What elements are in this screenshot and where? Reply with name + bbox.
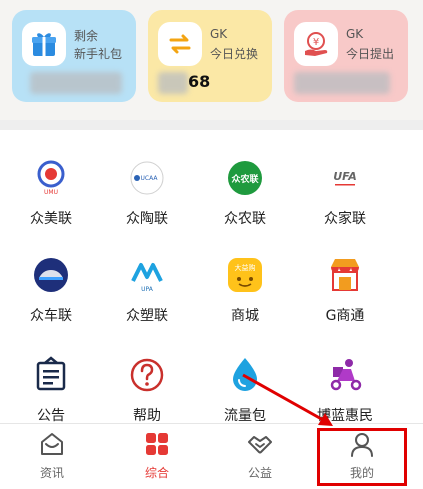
mall-icon: 大益购 — [225, 255, 265, 295]
tab-mine-highlight-box — [317, 428, 407, 486]
tab-label: 资讯 — [39, 466, 64, 480]
zhongnonglian-logo-icon: 众农联 — [225, 158, 265, 198]
card-label-bottom: 今日提出 — [346, 47, 395, 61]
grid-item-label: 帮助 — [133, 408, 161, 424]
grid-item-zhongnonglian[interactable]: 众农联 众农联 — [200, 158, 290, 228]
section-divider — [0, 120, 423, 130]
newbie-gift-card[interactable]: 剩余 新手礼包 — [12, 10, 136, 102]
svg-text:¥: ¥ — [313, 37, 319, 48]
card-label-bottom: 今日兑换 — [210, 47, 259, 61]
svg-text:UPA: UPA — [141, 286, 154, 293]
grid-item-gshangtong[interactable]: G商通 — [300, 255, 390, 325]
tab-label: 综合 — [144, 466, 169, 480]
tab-label: 公益 — [247, 466, 272, 480]
svg-text:UMU: UMU — [44, 189, 58, 196]
handshake-icon — [246, 430, 274, 458]
card-label-top: GK — [210, 27, 228, 41]
grid-item-mall[interactable]: 大益购 商城 — [200, 255, 290, 325]
exchange-value: 68 — [188, 72, 211, 91]
water-drop-icon — [225, 355, 265, 395]
blurred-value — [294, 72, 390, 94]
grid-item-zhongmeilian[interactable]: UMU 众美联 — [6, 158, 96, 228]
svg-text:UCAA: UCAA — [141, 175, 159, 182]
grid-item-bolan-huimin[interactable]: 博蓝惠民 — [300, 355, 390, 425]
car-logo-icon — [31, 255, 71, 295]
exchange-icon — [158, 22, 202, 66]
shop-stall-icon — [325, 255, 365, 295]
grid-item-zhongjialian[interactable]: UFA 众家联 — [300, 158, 390, 228]
grid-item-help[interactable]: 帮助 — [102, 355, 192, 425]
announcement-icon — [31, 355, 71, 395]
yuan-withdraw-icon: ¥ — [294, 22, 338, 66]
grid-item-label: 众车联 — [30, 308, 72, 324]
svg-text:众农联: 众农联 — [231, 173, 259, 185]
blurred-value — [158, 72, 188, 94]
grid-item-label: 公告 — [37, 408, 65, 424]
card-label-top: 剩余 — [74, 29, 99, 43]
grid-item-label: 众家联 — [324, 211, 366, 227]
blurred-value — [30, 72, 122, 94]
delivery-scooter-icon — [325, 355, 365, 395]
top-summary-area: 剩余 新手礼包 GK 今日兑换 68 ¥ GK 今日提出 — [0, 0, 423, 120]
grid-item-zhongsulian[interactable]: UPA 众塑联 — [102, 255, 192, 325]
grid-item-label: 商城 — [231, 308, 259, 324]
svg-text:UFA: UFA — [333, 170, 357, 183]
ufa-logo-icon: UFA — [325, 158, 365, 198]
today-exchange-card[interactable]: GK 今日兑换 68 — [148, 10, 272, 102]
card-label-top: GK — [346, 27, 364, 41]
grid-item-zhongtaolian[interactable]: UCAA 众陶联 — [102, 158, 192, 228]
tab-news[interactable]: 资讯 — [7, 430, 97, 481]
home-icon — [38, 430, 66, 458]
grid-item-label: 众塑联 — [126, 308, 168, 324]
grid-item-label: 众陶联 — [126, 211, 168, 227]
grid-item-label: 博蓝惠民 — [317, 408, 373, 424]
grid-item-label: 众美联 — [30, 211, 72, 227]
grid-item-data-package[interactable]: 流量包 — [200, 355, 290, 425]
card-label-bottom: 新手礼包 — [74, 47, 123, 61]
tab-comprehensive[interactable]: 综合 — [112, 430, 202, 481]
svg-text:大益购: 大益购 — [235, 263, 256, 272]
ucaa-logo-icon: UCAA — [127, 158, 167, 198]
help-icon — [127, 355, 167, 395]
today-withdraw-card[interactable]: ¥ GK 今日提出 — [284, 10, 408, 102]
tab-charity[interactable]: 公益 — [215, 430, 305, 481]
grid-icon — [143, 430, 171, 458]
grid-item-zhongchelian[interactable]: 众车联 — [6, 255, 96, 325]
upa-logo-icon: UPA — [127, 255, 167, 295]
gift-icon — [22, 22, 66, 66]
grid-item-label: G商通 — [325, 308, 365, 324]
grid-item-label: 众农联 — [224, 211, 266, 227]
grid-item-announcement[interactable]: 公告 — [6, 355, 96, 425]
grid-item-label: 流量包 — [224, 408, 266, 424]
umu-logo-icon: UMU — [31, 158, 71, 198]
